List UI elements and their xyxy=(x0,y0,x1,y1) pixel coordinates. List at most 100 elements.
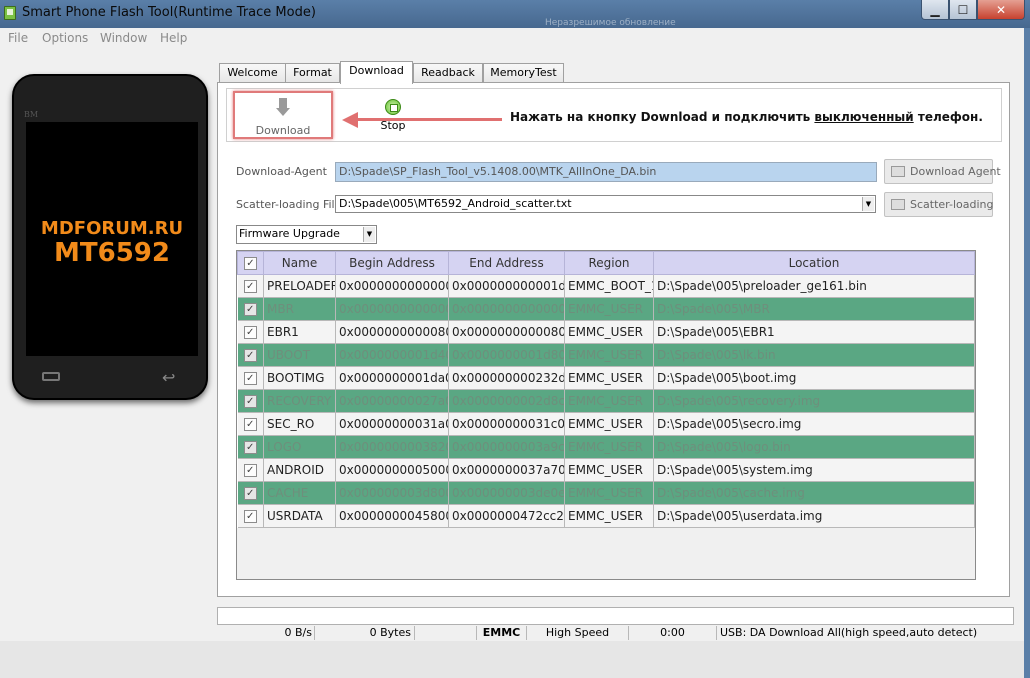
row-checkbox[interactable]: ✓ xyxy=(237,481,264,505)
download-button[interactable]: Download xyxy=(233,91,333,139)
column-header-begin-address[interactable]: Begin Address xyxy=(335,251,449,275)
background-window-ghost-text: Неразрешимое обновление xyxy=(545,18,676,28)
scatter-file-label: Scatter-loading File xyxy=(236,198,342,211)
checkbox-checked-icon[interactable]: ✓ xyxy=(243,349,257,362)
close-icon: ✕ xyxy=(995,2,1007,17)
cell-end-address: 0x000000000232dfff xyxy=(448,366,565,390)
checkbox-checked-icon[interactable]: ✓ xyxy=(243,280,257,293)
cell-location: D:\Spade\005\lk.bin xyxy=(653,343,975,367)
maximize-button[interactable]: ☐ xyxy=(949,0,977,20)
window-right-border xyxy=(1024,28,1030,678)
row-checkbox[interactable]: ✓ xyxy=(237,458,264,482)
cell-begin-address: 0x000000003d800000 xyxy=(335,481,449,505)
annotation-text-after: телефон. xyxy=(913,110,983,124)
chevron-down-icon[interactable]: ▼ xyxy=(363,227,375,242)
callout-arrow-icon xyxy=(342,112,502,128)
phone-back-key-icon: ↩ xyxy=(162,368,176,387)
cell-end-address: 0x0000000472cc267 xyxy=(448,504,565,528)
scatter-file-field[interactable]: D:\Spade\005\MT6592_Android_scatter.txt … xyxy=(335,195,876,213)
cell-location: D:\Spade\005\secro.img xyxy=(653,412,975,436)
table-row[interactable]: ✓ ANDROID0x00000000050000000x0000000037a7… xyxy=(237,458,975,482)
table-row[interactable]: ✓ SEC_RO0x00000000031a00000x00000000031c0… xyxy=(237,412,975,436)
instruction-annotation: Нажать на кнопку Download и подключить в… xyxy=(510,110,983,124)
cell-location: D:\Spade\005\userdata.img xyxy=(653,504,975,528)
checkbox-checked-icon[interactable]: ✓ xyxy=(243,303,257,316)
maximize-icon: ☐ xyxy=(957,2,969,17)
table-row[interactable]: ✓ BOOTIMG0x0000000001da00000x000000000232… xyxy=(237,366,975,390)
phone-screen: MDFORUM.RU MT6592 xyxy=(26,122,198,356)
table-row[interactable]: ✓ MBR0x00000000000000000x00000000000001ff… xyxy=(237,297,975,321)
cell-location: D:\Spade\005\logo.bin xyxy=(653,435,975,459)
row-checkbox[interactable]: ✓ xyxy=(237,297,264,321)
checkbox-checked-icon[interactable]: ✓ xyxy=(243,418,257,431)
table-row[interactable]: ✓ PRELOADER0x00000000000000000x0000000000… xyxy=(237,274,975,298)
annotation-text-underlined: выключенный xyxy=(814,110,914,124)
download-agent-label: Download-Agent xyxy=(236,165,327,178)
download-mode-value: Firmware Upgrade xyxy=(239,227,340,240)
cell-end-address: 0x00000000000801ff xyxy=(448,320,565,344)
chevron-down-icon[interactable]: ▼ xyxy=(862,197,874,211)
column-header-location[interactable]: Location xyxy=(653,251,975,275)
download-agent-button-label: Download Agent xyxy=(910,165,1001,178)
tab-welcome[interactable]: Welcome xyxy=(219,63,286,83)
status-storage: EMMC xyxy=(477,626,527,640)
download-button-label: Download xyxy=(255,124,311,137)
row-checkbox[interactable]: ✓ xyxy=(237,389,264,413)
table-row[interactable]: ✓ USRDATA0x00000000458000000x0000000472cc… xyxy=(237,504,975,528)
row-checkbox[interactable]: ✓ xyxy=(237,366,264,390)
checkbox-checked-icon[interactable]: ✓ xyxy=(243,441,257,454)
cell-name: USRDATA xyxy=(263,504,336,528)
row-checkbox[interactable]: ✓ xyxy=(237,435,264,459)
row-checkbox[interactable]: ✓ xyxy=(237,412,264,436)
status-spacer xyxy=(415,626,477,640)
scatter-loading-button[interactable]: Scatter-loading xyxy=(884,192,993,217)
cell-name: ANDROID xyxy=(263,458,336,482)
download-agent-button[interactable]: Download Agent xyxy=(884,159,1001,184)
checkbox-checked-icon[interactable]: ✓ xyxy=(243,326,257,339)
cell-end-address: 0x0000000003a9c205 xyxy=(448,435,565,459)
menu-file[interactable]: File xyxy=(8,31,28,45)
column-header-end-address[interactable]: End Address xyxy=(448,251,565,275)
cell-region: EMMC_USER xyxy=(564,435,654,459)
table-header-row: ✓ Name Begin Address End Address Region … xyxy=(237,251,975,275)
download-mode-select[interactable]: Firmware Upgrade ▼ xyxy=(236,225,377,244)
cell-end-address: 0x0000000001d80ddf xyxy=(448,343,565,367)
menu-bar: File Options Window Help xyxy=(0,28,1030,50)
menu-options[interactable]: Options xyxy=(42,31,88,45)
status-bar: 0 B/s 0 Bytes EMMC High Speed 0:00 USB: … xyxy=(217,626,1014,640)
menu-window[interactable]: Window xyxy=(100,31,147,45)
minimize-button[interactable]: ▁ xyxy=(921,0,949,20)
tab-format[interactable]: Format xyxy=(285,63,340,83)
column-header-name[interactable]: Name xyxy=(263,251,336,275)
table-row[interactable]: ✓ UBOOT0x0000000001d400000x0000000001d80d… xyxy=(237,343,975,367)
download-agent-field[interactable]: D:\Spade\SP_Flash_Tool_v5.1408.00\MTK_Al… xyxy=(335,162,877,182)
checkbox-checked-icon[interactable]: ✓ xyxy=(243,372,257,385)
table-row[interactable]: ✓ CACHE0x000000003d8000000x000000003de0e0… xyxy=(237,481,975,505)
select-all-checkbox[interactable]: ✓ xyxy=(237,251,264,275)
tab-readback[interactable]: Readback xyxy=(413,63,483,83)
scatter-file-value: D:\Spade\005\MT6592_Android_scatter.txt xyxy=(339,197,572,210)
checkbox-checked-icon[interactable]: ✓ xyxy=(243,464,257,477)
table-row[interactable]: ✓ LOGO0x00000000038200000x0000000003a9c20… xyxy=(237,435,975,459)
status-bytes: 0 Bytes xyxy=(315,626,415,640)
tab-download[interactable]: Download xyxy=(340,61,413,84)
close-button[interactable]: ✕ xyxy=(977,0,1025,20)
column-header-region[interactable]: Region xyxy=(564,251,654,275)
checkbox-checked-icon[interactable]: ✓ xyxy=(243,395,257,408)
tab-memorytest[interactable]: MemoryTest xyxy=(483,63,564,83)
cell-end-address: 0x000000000001d3af xyxy=(448,274,565,298)
row-checkbox[interactable]: ✓ xyxy=(237,274,264,298)
cell-name: MBR xyxy=(263,297,336,321)
row-checkbox[interactable]: ✓ xyxy=(237,320,264,344)
row-checkbox[interactable]: ✓ xyxy=(237,504,264,528)
table-row[interactable]: ✓ RECOVERY0x00000000027a00000x0000000002d… xyxy=(237,389,975,413)
checkbox-checked-icon[interactable]: ✓ xyxy=(243,510,257,523)
menu-help[interactable]: Help xyxy=(160,31,187,45)
row-checkbox[interactable]: ✓ xyxy=(237,343,264,367)
window-title: Smart Phone Flash Tool(Runtime Trace Mod… xyxy=(22,5,316,20)
title-bar: Smart Phone Flash Tool(Runtime Trace Mod… xyxy=(0,0,1030,28)
cell-location: D:\Spade\005\preloader_ge161.bin xyxy=(653,274,975,298)
table-row[interactable]: ✓ EBR10x00000000000800000x00000000000801f… xyxy=(237,320,975,344)
cell-begin-address: 0x0000000000000000 xyxy=(335,297,449,321)
checkbox-checked-icon[interactable]: ✓ xyxy=(243,487,257,500)
